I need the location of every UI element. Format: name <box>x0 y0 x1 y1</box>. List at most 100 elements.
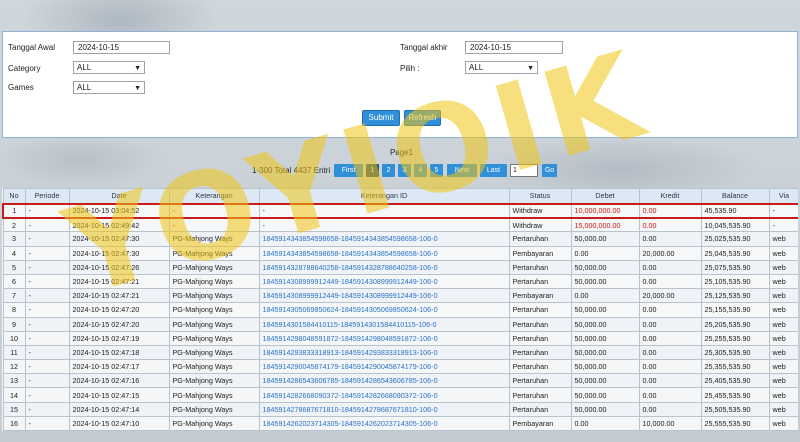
games-select[interactable]: ALL ▼ <box>73 81 145 94</box>
cell-keterangan-id[interactable]: 1845914293833318913-1845914293833318913-… <box>258 344 510 361</box>
page-button-2[interactable]: 2 <box>382 164 395 177</box>
cell-kredit: 0.00 <box>638 273 702 290</box>
pilih-select[interactable]: ALL ▼ <box>465 61 538 74</box>
col-header-kredit[interactable]: Kredit <box>638 188 702 204</box>
cell-periode: - <box>24 245 70 261</box>
cell-kredit: 0.00 <box>638 330 702 346</box>
cell-via: web <box>768 302 798 318</box>
col-header-via[interactable]: Via <box>768 188 798 204</box>
cell-periode: - <box>24 273 70 290</box>
table-row[interactable]: 12-2024-10-15 02:47:17 PG-Mahjong Ways 184… <box>2 359 798 375</box>
cell-via: web <box>768 316 798 332</box>
col-header-debet[interactable]: Debet <box>570 188 640 204</box>
cell-periode: - <box>24 202 70 219</box>
cell-periode: - <box>24 316 70 332</box>
cell-balance: 25,355,535.90 <box>700 359 770 375</box>
cell-no: 16 <box>2 415 26 432</box>
cell-keterangan-id[interactable]: 1845914328788640258-1845914328788640258-… <box>258 259 510 275</box>
table-row[interactable]: 9-2024-10-15 02:47:20 PG-Mahjong Ways 1845… <box>2 316 798 332</box>
cell-date: 2024-10-15 02:47:30 <box>68 231 170 247</box>
first-page-button[interactable]: First <box>334 164 363 177</box>
category-select[interactable]: ALL ▼ <box>73 61 145 74</box>
table-row[interactable]: 10-2024-10-15 02:47:19 PG-Mahjong Ways 184… <box>2 330 798 346</box>
table-row[interactable]: 7-2024-10-15 02:47:21 PG-Mahjong Ways 1845… <box>2 288 798 304</box>
cell-date: 2024-10-15 02:47:30 <box>68 245 170 261</box>
cell-balance: 25,455,535.90 <box>700 387 770 403</box>
table-row[interactable]: 11-2024-10-15 02:47:18 PG-Mahjong Ways 184… <box>2 344 798 361</box>
cell-debet: 50,000.00 <box>570 344 640 361</box>
refresh-button[interactable]: Refresh <box>404 110 441 126</box>
cell-keterangan-id[interactable]: 1845914343854598658-1845914343854598658-… <box>258 245 510 261</box>
col-header-keterangan-id[interactable]: Keterangan ID <box>258 188 510 204</box>
page-button-3[interactable]: 3 <box>398 164 411 177</box>
cell-keterangan: PG-Mahjong Ways <box>168 415 260 432</box>
cell-keterangan-id[interactable]: 1845914290045874179-1845914290045874179-… <box>258 359 510 375</box>
next-page-button[interactable]: Next <box>447 164 477 177</box>
pilih-label: Pilih : <box>400 64 420 73</box>
page-number-input[interactable]: 1 <box>510 164 538 177</box>
cell-keterangan: PG-Mahjong Ways <box>168 387 260 403</box>
games-label: Games <box>8 83 34 92</box>
page-button-4[interactable]: 4 <box>414 164 427 177</box>
cell-balance: 25,105,535.90 <box>700 273 770 290</box>
table-row[interactable]: 15-2024-10-15 02:47:14 PG-Mahjong Ways 184… <box>2 401 798 417</box>
table-row[interactable]: 1-2024-10-15 03:04:52- - Withdraw 10,000,00… <box>2 202 798 219</box>
cell-status: Pembayaran <box>508 415 572 432</box>
table-row[interactable]: 3-2024-10-15 02:47:30 PG-Mahjong Ways 1845… <box>2 231 798 247</box>
cell-keterangan-id[interactable]: 1845914305069850624-1845914305069850624-… <box>258 302 510 318</box>
col-header-keterangan[interactable]: Keterangan <box>168 188 260 204</box>
table-row[interactable]: 14-2024-10-15 02:47:15 PG-Mahjong Ways 184… <box>2 387 798 403</box>
page-button-5[interactable]: 5 <box>430 164 443 177</box>
cell-status: Pembayaran <box>508 245 572 261</box>
go-button[interactable]: Go <box>542 164 557 177</box>
cell-keterangan-id[interactable]: 1845914301584410115-1845914301584410115-… <box>258 316 510 332</box>
pilih-value: ALL <box>469 63 484 72</box>
tanggal-akhir-input[interactable]: 2024-10-15 <box>465 41 563 54</box>
table-row[interactable]: 13-2024-10-15 02:47:16 PG-Mahjong Ways 184… <box>2 373 798 389</box>
col-header-no[interactable]: No <box>2 188 26 204</box>
cell-keterangan-id[interactable]: 1845914278687671810-1845914278687671810-… <box>258 401 510 417</box>
table-row[interactable]: 5-2024-10-15 02:47:26 PG-Mahjong Ways 1845… <box>2 259 798 275</box>
table-row[interactable]: 8-2024-10-15 02:47:20 PG-Mahjong Ways 1845… <box>2 302 798 318</box>
col-header-date[interactable]: Date <box>68 188 170 204</box>
table-row[interactable]: 4-2024-10-15 02:47:30 PG-Mahjong Ways 1845… <box>2 245 798 261</box>
col-header-periode[interactable]: Periode <box>24 188 70 204</box>
cell-debet: 50,000.00 <box>570 259 640 275</box>
cell-status: Pertaruhan <box>508 316 572 332</box>
cell-debet: 0.00 <box>570 415 640 432</box>
cell-keterangan-id[interactable]: 1845914308999912449-1845914308999912449-… <box>258 273 510 290</box>
cell-keterangan-id[interactable]: 1845914308999912449-1845914308999912449-… <box>258 288 510 304</box>
page-button-1[interactable]: 1 <box>366 164 379 177</box>
cell-keterangan-id[interactable]: 1845914286543606785-1845914286543606785-… <box>258 373 510 389</box>
cell-keterangan-id: - <box>258 202 510 219</box>
cell-kredit: 10,000.00 <box>638 415 702 432</box>
cell-debet: 50,000.00 <box>570 373 640 389</box>
table-row[interactable]: 16-2024-10-15 02:47:10 PG-Mahjong Ways 184… <box>2 415 798 432</box>
cell-date: 2024-10-15 02:49:42 <box>68 217 170 233</box>
col-header-status[interactable]: Status <box>508 188 572 204</box>
table-row[interactable]: 6-2024-10-15 02:47:21 PG-Mahjong Ways 1845… <box>2 273 798 290</box>
cell-periode: - <box>24 401 70 417</box>
cell-periode: - <box>24 373 70 389</box>
cell-status: Withdraw <box>508 202 572 219</box>
cell-kredit: 0.00 <box>638 344 702 361</box>
col-header-balance[interactable]: Balance <box>700 188 770 204</box>
table-row[interactable]: 2-2024-10-15 02:49:42- - Withdraw 15,000,00… <box>2 217 798 233</box>
chevron-down-icon: ▼ <box>134 65 141 72</box>
cell-debet: 50,000.00 <box>570 387 640 403</box>
cell-keterangan-id[interactable]: 1845914282668090372-1845914282668090372-… <box>258 387 510 403</box>
cell-keterangan-id[interactable]: 1845914298048591872-1845914298048591872-… <box>258 330 510 346</box>
cell-keterangan-id[interactable]: 1845914343854598658-1845914343854598658-… <box>258 231 510 247</box>
cell-date: 2024-10-15 02:47:17 <box>68 359 170 375</box>
last-page-button[interactable]: Last <box>480 164 507 177</box>
cell-date: 2024-10-15 02:47:14 <box>68 401 170 417</box>
cell-balance: 25,305,535.90 <box>700 344 770 361</box>
tanggal-awal-input[interactable]: 2024-10-15 <box>73 41 170 54</box>
cell-kredit: 20,000.00 <box>638 288 702 304</box>
cell-via: web <box>768 401 798 417</box>
cell-balance: 25,555,535.90 <box>700 415 770 432</box>
cell-status: Pertaruhan <box>508 359 572 375</box>
cell-balance: 10,045,535.90 <box>700 217 770 233</box>
cell-keterangan-id[interactable]: 1845914262023714305-1845914262023714305-… <box>258 415 510 432</box>
submit-button[interactable]: Submit <box>362 110 400 126</box>
